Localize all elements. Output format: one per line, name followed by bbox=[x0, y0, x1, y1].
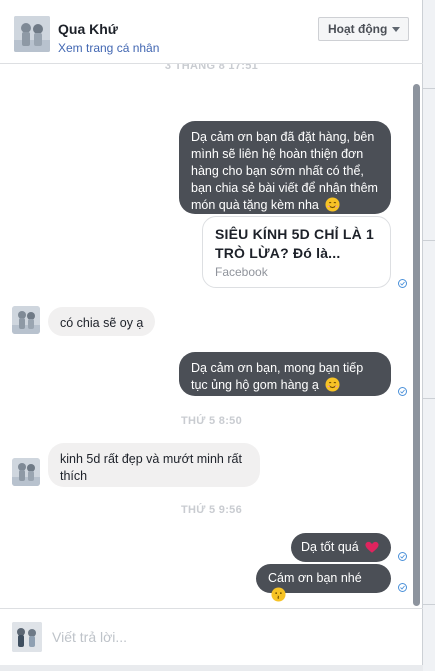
my-avatar bbox=[12, 622, 42, 652]
message-text: Dạ cảm ơn bạn đã đặt hàng, bên mình sẽ l… bbox=[191, 130, 378, 212]
outgoing-message[interactable]: Dạ cảm ơn bạn, mong bạn tiếp tục ủng hộ … bbox=[179, 352, 391, 396]
kiss-emoji-icon bbox=[271, 587, 286, 607]
background-divider bbox=[423, 604, 435, 605]
contact-name[interactable]: Qua Khứ bbox=[58, 21, 118, 37]
conversation-panel: Qua Khứ Xem trang cá nhân Hoạt động 3 TH… bbox=[0, 0, 423, 665]
contact-avatar-header[interactable] bbox=[14, 16, 50, 52]
background-divider bbox=[423, 240, 435, 241]
outgoing-message[interactable]: Cám ơn bạn nhé bbox=[256, 564, 391, 602]
message-text: Dạ tốt quá bbox=[301, 540, 359, 554]
message-text: Cám ơn bạn nhé bbox=[268, 571, 362, 585]
message-thread[interactable]: 3 THÁNG 8 17:51 Dạ cảm ơn bạn đã đặt hàn… bbox=[0, 64, 423, 608]
caret-down-icon bbox=[392, 27, 400, 32]
timestamp-divider: THỨ 5 9:56 bbox=[180, 504, 243, 516]
timestamp-divider: THỨ 5 8:50 bbox=[180, 415, 243, 427]
incoming-message[interactable]: kinh 5d rất đẹp và mướt minh rất thích bbox=[48, 443, 260, 487]
view-profile-link[interactable]: Xem trang cá nhân bbox=[58, 41, 159, 55]
message-text: có chia sẽ oy ạ bbox=[60, 316, 144, 330]
avatar-image bbox=[14, 16, 50, 52]
seen-check-icon bbox=[398, 279, 407, 288]
reply-composer bbox=[0, 608, 423, 665]
smile-emoji-icon bbox=[325, 377, 340, 397]
link-source: Facebook bbox=[215, 265, 268, 279]
message-text: kinh 5d rất đẹp và mướt minh rất thích bbox=[60, 452, 242, 483]
smile-emoji-icon bbox=[325, 197, 340, 217]
contact-avatar[interactable] bbox=[12, 458, 40, 486]
link-title: SIÊU KÍNH 5D CHỈ LÀ 1 TRÒ LỪA? Đó là... bbox=[215, 226, 374, 261]
thread-scrollbar[interactable] bbox=[413, 84, 420, 606]
outgoing-message[interactable]: Dạ tốt quá bbox=[291, 533, 391, 562]
conversation-header: Qua Khứ Xem trang cá nhân Hoạt động bbox=[0, 0, 423, 64]
background-divider bbox=[423, 398, 435, 399]
seen-check-icon bbox=[398, 583, 407, 592]
background-page-edge bbox=[423, 0, 435, 671]
link-preview-card[interactable]: SIÊU KÍNH 5D CHỈ LÀ 1 TRÒ LỪA? Đó là... … bbox=[202, 216, 391, 288]
incoming-message[interactable]: có chia sẽ oy ạ bbox=[48, 307, 156, 336]
outgoing-message[interactable]: Dạ cảm ơn bạn đã đặt hàng, bên mình sẽ l… bbox=[179, 121, 391, 214]
seen-check-icon bbox=[398, 387, 407, 396]
seen-check-icon bbox=[398, 552, 407, 561]
heart-emoji-icon bbox=[365, 541, 379, 559]
status-label: Hoạt động bbox=[328, 22, 388, 36]
background-divider bbox=[423, 88, 435, 89]
timestamp-divider: 3 THÁNG 8 17:51 bbox=[164, 64, 259, 72]
reply-input[interactable] bbox=[50, 621, 394, 653]
contact-avatar[interactable] bbox=[12, 306, 40, 334]
status-dropdown-button[interactable]: Hoạt động bbox=[318, 17, 409, 41]
